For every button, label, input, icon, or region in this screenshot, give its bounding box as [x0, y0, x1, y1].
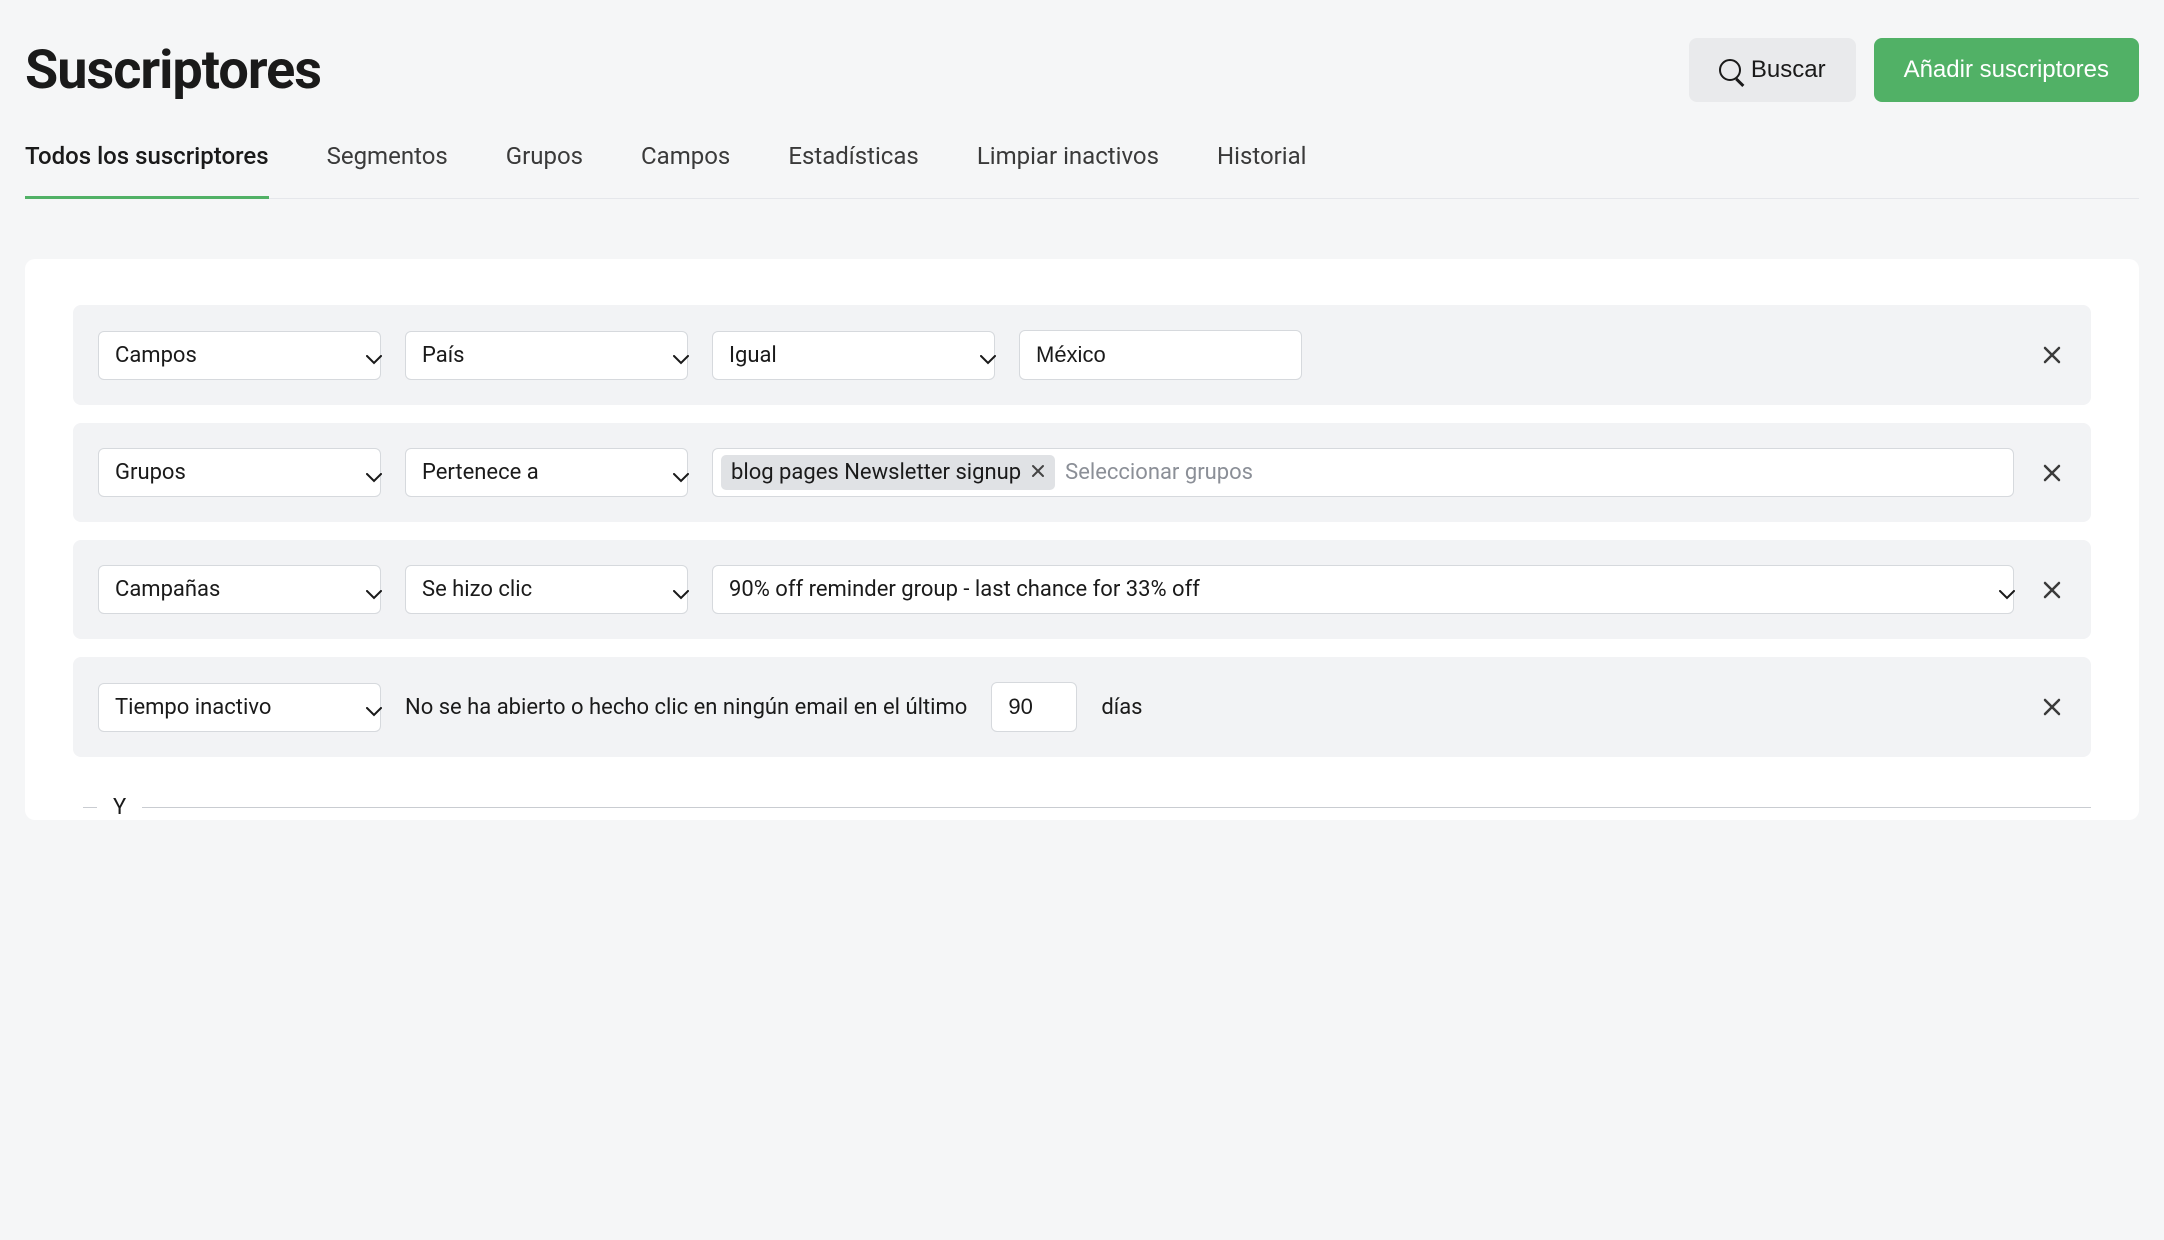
filter-type-value: Tiempo inactivo [115, 695, 271, 720]
filter-operator-select[interactable]: Pertenece a [405, 448, 688, 497]
filter-type-value: Campañas [115, 577, 220, 602]
inactive-days-input[interactable] [991, 682, 1077, 732]
filter-row-groups: Grupos Pertenece a blog pages Newsletter… [73, 423, 2091, 522]
filter-row-inactive-time: Tiempo inactivo No se ha abierto o hecho… [73, 657, 2091, 757]
tab-fields[interactable]: Campos [641, 142, 730, 199]
header-actions: Buscar Añadir suscriptores [1689, 38, 2139, 102]
search-icon [1719, 59, 1741, 81]
logic-divider: Y [73, 775, 2091, 820]
divider-line [83, 807, 97, 808]
filter-row-campaigns: Campañas Se hizo clic 90% off reminder g… [73, 540, 2091, 639]
group-tag: blog pages Newsletter signup [721, 455, 1055, 490]
remove-filter-button[interactable] [2038, 341, 2066, 369]
filter-operator-select[interactable]: Igual [712, 331, 995, 380]
search-button-label: Buscar [1751, 56, 1826, 84]
inactive-description: No se ha abierto o hecho clic en ningún … [405, 695, 967, 720]
close-icon [1031, 464, 1045, 478]
logic-operator-label: Y [113, 795, 126, 820]
inactive-unit: días [1101, 695, 1142, 720]
group-tag-label: blog pages Newsletter signup [731, 460, 1021, 485]
filter-panel: Campos País Igual Grupos [25, 259, 2139, 820]
filter-type-value: Grupos [115, 460, 186, 485]
add-subscribers-button[interactable]: Añadir suscriptores [1874, 38, 2139, 102]
divider-line [142, 807, 2091, 808]
groups-tag-input[interactable]: blog pages Newsletter signup Seleccionar… [712, 448, 2014, 497]
filter-type-select[interactable]: Campañas [98, 565, 381, 614]
tab-segments[interactable]: Segmentos [327, 142, 448, 199]
filter-operator-value: Pertenece a [422, 460, 539, 485]
campaign-select[interactable]: 90% off reminder group - last chance for… [712, 565, 2014, 614]
tabs: Todos los suscriptores Segmentos Grupos … [25, 142, 2139, 199]
filter-field-select[interactable]: País [405, 331, 688, 380]
remove-tag-button[interactable] [1031, 462, 1045, 483]
tab-history[interactable]: Historial [1217, 142, 1307, 199]
filter-value-input[interactable] [1019, 330, 1302, 380]
campaign-select-value: 90% off reminder group - last chance for… [729, 577, 1200, 602]
filter-operator-select[interactable]: Se hizo clic [405, 565, 688, 614]
filter-type-select[interactable]: Campos [98, 331, 381, 380]
search-button[interactable]: Buscar [1689, 38, 1856, 102]
remove-filter-button[interactable] [2038, 576, 2066, 604]
page-title: Suscriptores [25, 39, 321, 102]
filter-operator-value: Igual [729, 343, 777, 368]
close-icon [2042, 463, 2062, 483]
filter-type-select[interactable]: Tiempo inactivo [98, 683, 381, 732]
filter-operator-value: Se hizo clic [422, 577, 532, 602]
close-icon [2042, 345, 2062, 365]
tab-groups[interactable]: Grupos [506, 142, 583, 199]
remove-filter-button[interactable] [2038, 459, 2066, 487]
filter-type-select[interactable]: Grupos [98, 448, 381, 497]
filter-row-fields: Campos País Igual [73, 305, 2091, 405]
filter-type-value: Campos [115, 343, 197, 368]
add-subscribers-label: Añadir suscriptores [1904, 56, 2109, 84]
remove-filter-button[interactable] [2038, 693, 2066, 721]
tab-all-subscribers[interactable]: Todos los suscriptores [25, 142, 269, 199]
tab-statistics[interactable]: Estadísticas [788, 142, 919, 199]
tab-clean-inactive[interactable]: Limpiar inactivos [977, 142, 1159, 199]
close-icon [2042, 697, 2062, 717]
filter-field-value: País [422, 343, 465, 368]
groups-placeholder: Seleccionar grupos [1065, 460, 1253, 485]
close-icon [2042, 580, 2062, 600]
